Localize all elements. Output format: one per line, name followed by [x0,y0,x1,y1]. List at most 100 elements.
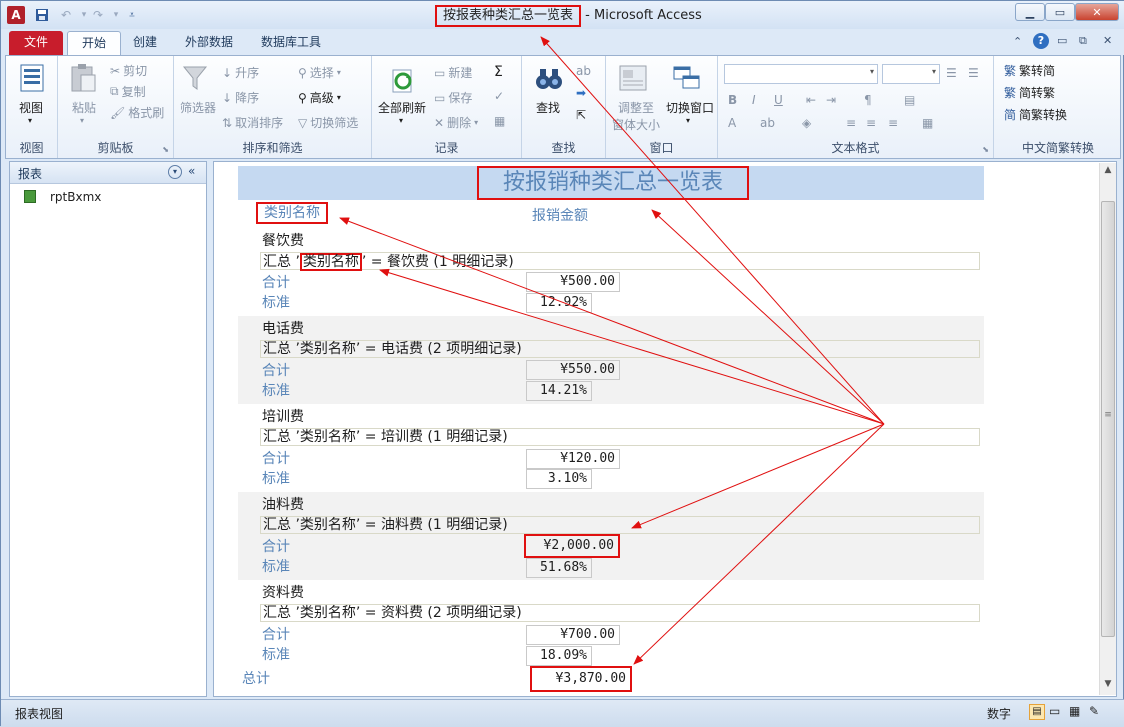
paste-button[interactable]: 粘贴 [72,99,96,116]
group-chinese-conv-label: 中文简繁转换 [1021,141,1094,155]
copy-button[interactable]: ⧉ 复制 [110,83,146,100]
conv-button[interactable]: 简简繁转换 [1004,106,1067,123]
new-label: 新建 [448,66,473,80]
doc-restore-icon[interactable]: ⧉ [1079,34,1087,48]
toggle-filter-button[interactable]: ▽ 切换筛选 [298,114,358,131]
nav-header[interactable]: 报表 ▾ « [10,162,206,184]
font-name-combo[interactable]: ▾ [724,64,878,84]
refresh-dropdown-icon[interactable]: ▾ [399,116,403,125]
bullets-icon[interactable]: ☰ [946,66,957,80]
font-color-icon[interactable]: A [728,116,736,130]
customize-qat-icon[interactable]: ⩡ [123,6,141,24]
find-button[interactable]: 查找 [536,99,560,116]
delete-record-button[interactable]: ✕ 删除 ▾ [434,114,478,131]
ascending-button[interactable]: ↓ 升序 [222,64,259,81]
redo-icon[interactable]: ↷ [89,6,107,24]
scroll-up-icon[interactable]: ▲ [1101,165,1115,179]
select-icon[interactable]: ⇱ [576,108,586,122]
selection-button[interactable]: ⚲ 选择 ▾ [298,64,341,81]
binoculars-icon[interactable] [534,64,564,94]
doc-minimize-icon[interactable]: ▭ [1057,34,1067,47]
tab-home[interactable]: 开始 [67,31,122,55]
italic-icon[interactable]: I [752,93,756,107]
close-button[interactable]: ✕ [1075,3,1119,21]
spelling-icon[interactable]: ✓ [494,89,504,103]
switch-window-dropdown-icon[interactable]: ▾ [686,116,690,125]
alternate-row-icon[interactable]: ▦ [922,116,933,130]
new-record-button[interactable]: ▭ 新建 [434,64,472,81]
s2t-button[interactable]: 繁简转繁 [1004,84,1055,101]
scroll-down-icon[interactable]: ▼ [1101,679,1115,693]
paste-icon[interactable] [68,62,98,94]
report-view-icon[interactable]: ▤ [1029,704,1045,720]
filter-button[interactable]: 筛选器 [180,99,216,116]
align-left-icon[interactable]: ≡ [846,116,856,130]
resize-form-line2[interactable]: 窗体大小 [612,116,660,133]
selection-dropdown-icon: ▾ [336,68,341,77]
resize-form-icon[interactable] [618,64,648,92]
align-right-icon[interactable]: ≡ [888,116,898,130]
underline-icon[interactable]: U [774,93,783,107]
nav-menu-dropdown-icon[interactable]: ▾ [168,165,182,179]
increase-indent-icon[interactable]: ⇥ [826,93,836,107]
minimize-ribbon-icon[interactable]: ⌃ [1013,35,1022,48]
tab-external-data[interactable]: 外部数据 [171,31,247,55]
tab-database-tools[interactable]: 数据库工具 [247,31,335,55]
t2s-button[interactable]: 繁繁转简 [1004,62,1055,79]
goto-icon[interactable]: ➡ [576,86,586,100]
resize-form-line1[interactable]: 调整至 [618,99,654,116]
nav-collapse-icon[interactable]: « [188,164,195,178]
scroll-grip-icon: ≡ [1104,410,1112,420]
status-numlock: 数字 [987,707,1012,721]
group-chinese-conv: 繁繁转简 繁简转繁 简简繁转换 中文简繁转换 [994,56,1122,158]
remove-sort-button[interactable]: ⇅ 取消排序 [222,114,283,131]
filter-icon[interactable] [180,62,210,94]
advanced-button[interactable]: ⚲ 高级 ▾ [298,89,341,106]
align-center-icon[interactable]: ≡ [866,116,876,130]
font-size-combo[interactable]: ▾ [882,64,940,84]
advanced-label: 高级 [309,91,334,105]
help-icon[interactable]: ? [1033,33,1049,49]
maximize-button[interactable]: ▭ [1045,3,1075,21]
format-painter-button[interactable]: 🖌 格式刷 [110,104,164,121]
vertical-scrollbar[interactable]: ▲ ≡ ▼ [1099,163,1116,695]
text-direction-icon[interactable]: ¶ [864,93,872,107]
nav-item-rptbxmx[interactable]: rptBxmx [10,186,206,208]
fill-color-icon[interactable]: ◈ [802,116,811,130]
numbering-icon[interactable]: ☰ [968,66,979,80]
decrease-indent-icon[interactable]: ⇤ [806,93,816,107]
gridlines-icon[interactable]: ▤ [904,93,915,107]
bold-icon[interactable]: B [728,93,737,107]
save-record-button[interactable]: ▭ 保存 [434,89,472,106]
tab-create[interactable]: 创建 [119,31,171,55]
undo-icon[interactable]: ↶ [57,6,75,24]
cut-button[interactable]: ✂ 剪切 [110,62,147,79]
annotation-arrows [339,209,885,665]
group-find-label: 查找 [551,141,576,155]
view-icon[interactable] [18,62,46,94]
view-dropdown-icon[interactable]: ▾ [28,116,32,125]
replace-icon[interactable]: ab [576,64,591,78]
refresh-all-button[interactable]: 全部刷新 [378,99,426,116]
group-sort-filter-label: 排序和筛选 [242,141,303,155]
highlight-icon[interactable]: ab [760,116,775,130]
save-icon[interactable] [33,6,51,24]
switch-window-button[interactable]: 切换窗口 [666,99,714,116]
access-app-icon[interactable]: A [7,6,25,24]
paste-dropdown-icon[interactable]: ▾ [80,116,84,125]
doc-close-icon[interactable]: ✕ [1103,34,1112,47]
tab-file[interactable]: 文件 [9,31,63,55]
descending-button[interactable]: ↓ 降序 [222,89,259,106]
window-title: 按报表种类汇总一览表 - Microsoft Access [435,5,702,27]
minimize-button[interactable]: ▁ [1015,3,1045,21]
totals-icon[interactable]: Σ [494,64,503,80]
print-preview-icon[interactable]: ▭ [1049,704,1060,718]
advanced-filter-icon: ⚲ [298,90,307,105]
ascending-label: 升序 [235,66,260,80]
switch-window-icon[interactable] [672,64,702,92]
refresh-all-icon[interactable] [388,66,418,96]
view-button[interactable]: 视图 [19,99,43,116]
design-view-icon[interactable]: ✎ [1089,704,1099,718]
more-records-icon[interactable]: ▦ [494,114,505,128]
layout-view-icon[interactable]: ▦ [1069,704,1080,718]
